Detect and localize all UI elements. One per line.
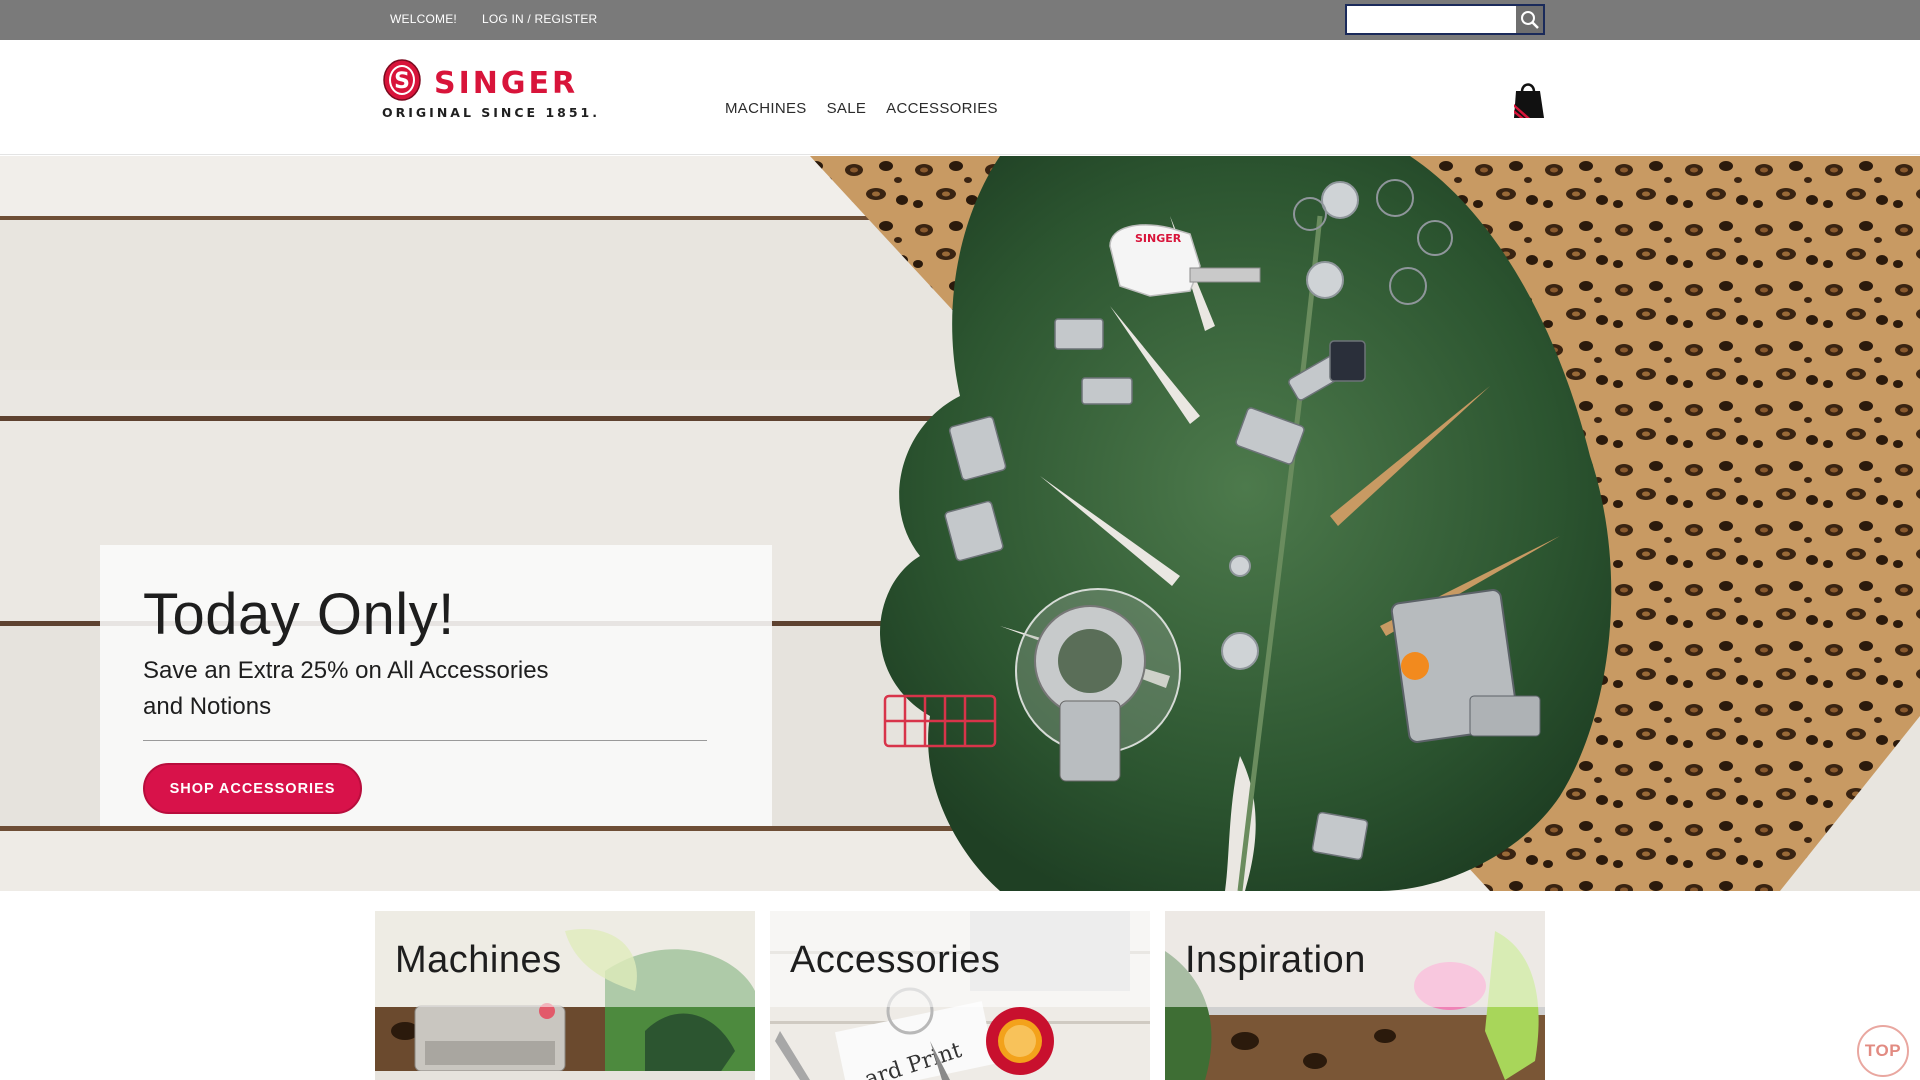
promo-panel: Today Only! Save an Extra 25% on All Acc… [100, 545, 772, 826]
search-input[interactable] [1347, 6, 1517, 33]
search-box [1345, 4, 1545, 35]
shop-accessories-button[interactable]: SHOP ACCESSORIES [143, 763, 362, 814]
promo-title: Today Only! [143, 582, 455, 647]
promo-subtitle: Save an Extra 25% on All Accessories and… [143, 657, 549, 720]
nav-sale[interactable]: SALE [827, 100, 867, 117]
top-utility-bar: WELCOME! LOG IN / REGISTER [0, 0, 1920, 40]
nav-accessories[interactable]: ACCESSORIES [886, 100, 998, 117]
logo-tagline: ORIGINAL SINCE 1851. [382, 105, 600, 120]
welcome-text: WELCOME! [390, 12, 457, 26]
foot-logo-text: SINGER [1135, 232, 1182, 245]
login-register-link[interactable]: LOG IN / REGISTER [482, 12, 597, 26]
category-tile-accessories[interactable]: ard Print Accessories [770, 911, 1150, 1080]
site-header: S SINGER ORIGINAL SINCE 1851. MACHINES S… [0, 40, 1920, 155]
cart-button[interactable] [1510, 80, 1546, 120]
promo-divider [143, 740, 707, 741]
category-label-inspiration: Inspiration [1185, 939, 1366, 981]
singer-emblem-icon: S [383, 59, 421, 101]
singer-logo[interactable]: S SINGER ORIGINAL SINCE 1851. [382, 58, 597, 126]
nav-machines[interactable]: MACHINES [725, 100, 807, 117]
main-nav: MACHINES SALE ACCESSORIES [725, 100, 998, 117]
emblem-letter: S [394, 69, 410, 94]
category-tile-inspiration[interactable]: Inspiration [1165, 911, 1545, 1080]
category-tile-machines[interactable]: Machines [375, 911, 755, 1080]
search-icon [1520, 10, 1539, 29]
category-label-accessories: Accessories [790, 939, 1001, 981]
back-to-top-button[interactable]: TOP [1857, 1025, 1909, 1077]
logo-wordmark: SINGER [434, 66, 579, 101]
hero-banner: SINGER Today Only! Save an Extra 25% on … [0, 156, 1920, 891]
search-button[interactable] [1516, 6, 1543, 33]
category-label-machines: Machines [395, 939, 562, 981]
shopping-bag-icon [1514, 83, 1544, 118]
